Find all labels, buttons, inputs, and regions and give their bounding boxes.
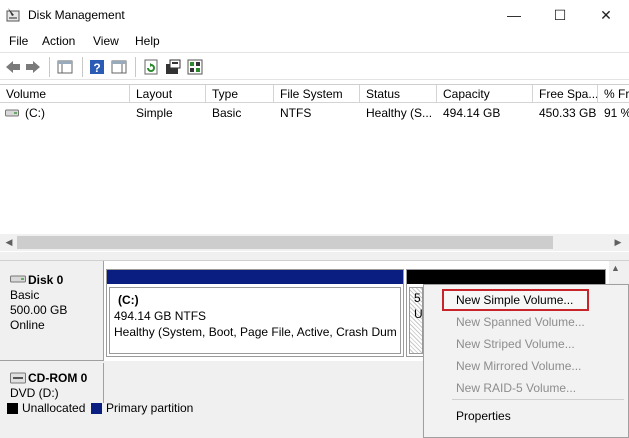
menu-item-new-raid5-volume[interactable]: New RAID-5 Volume...: [456, 381, 576, 395]
back-icon[interactable]: [4, 58, 22, 76]
scroll-right-arrow-icon[interactable]: ▶: [611, 236, 625, 249]
disk-management-app-icon: [6, 8, 20, 22]
cdrom-icon: [10, 372, 26, 384]
pane-splitter[interactable]: [0, 252, 629, 260]
disk-0-kind: Basic: [10, 288, 40, 302]
menu-view[interactable]: View: [93, 34, 119, 48]
disk-0-state: Online: [10, 318, 45, 332]
partition-c[interactable]: (C:) 494.14 GB NTFS Healthy (System, Boo…: [106, 269, 404, 357]
window-title: Disk Management: [28, 8, 125, 22]
primary-partition-bar: [107, 270, 403, 284]
settings-icon[interactable]: [186, 58, 204, 76]
close-button[interactable]: ✕: [583, 0, 629, 30]
unallocated-label-fragment: U: [414, 307, 423, 321]
title-bar: Disk Management — ☐ ✕: [0, 0, 629, 30]
cell-type: Basic: [212, 106, 242, 120]
unallocated-bar: [407, 270, 605, 284]
menu-item-new-simple-volume[interactable]: New Simple Volume...: [456, 293, 573, 307]
horizontal-scroll-thumb[interactable]: [17, 236, 553, 249]
menu-item-new-spanned-volume[interactable]: New Spanned Volume...: [456, 315, 585, 329]
menu-bar: File Action View Help: [0, 30, 629, 52]
partition-c-size: 494.14 GB NTFS: [114, 309, 207, 323]
refresh-icon[interactable]: [142, 58, 160, 76]
legend-primary-partition: Primary partition: [106, 401, 194, 415]
legend-unallocated: Unallocated: [22, 401, 86, 415]
volume-list: Volume Layout Type File System Status Ca…: [0, 84, 629, 254]
console-tree-icon[interactable]: [56, 58, 74, 76]
unallocated-swatch: [7, 403, 18, 414]
drive-icon: [5, 109, 19, 117]
menu-item-new-striped-volume[interactable]: New Striped Volume...: [456, 337, 575, 351]
scroll-up-arrow-icon[interactable]: ▲: [611, 263, 620, 273]
cell-status: Healthy (S...: [366, 106, 433, 120]
unallocated-size-fragment: 5: [414, 291, 421, 305]
cdrom-0-label[interactable]: CD-ROM 0 DVD (D:): [0, 363, 104, 403]
menu-item-properties[interactable]: Properties: [456, 409, 511, 423]
menu-item-new-mirrored-volume[interactable]: New Mirrored Volume...: [456, 359, 581, 373]
menu-file[interactable]: File: [9, 34, 28, 48]
partition-c-title: (C:): [118, 293, 139, 307]
column-header-type[interactable]: Type: [206, 85, 274, 103]
disk-0-size: 500.00 GB: [10, 303, 68, 317]
menu-action[interactable]: Action: [42, 34, 75, 48]
forward-icon[interactable]: [24, 58, 42, 76]
legend: Unallocated Primary partition: [0, 399, 420, 417]
partition-c-status: Healthy (System, Boot, Page File, Active…: [114, 325, 396, 339]
maximize-button[interactable]: ☐: [537, 0, 583, 30]
scroll-left-arrow-icon[interactable]: ◀: [2, 236, 16, 249]
toolbar: ?: [0, 52, 629, 80]
cell-free-space: 450.33 GB: [539, 106, 597, 120]
column-header-capacity[interactable]: Capacity: [437, 85, 533, 103]
cell-volume: (C:): [25, 106, 45, 120]
primary-partition-swatch: [91, 403, 102, 414]
cell-percent-free: 91 %: [604, 106, 629, 120]
column-header-percent-free[interactable]: % Fr: [598, 85, 629, 103]
cell-layout: Simple: [136, 106, 173, 120]
column-header-volume[interactable]: Volume: [0, 85, 130, 103]
minimize-button[interactable]: —: [491, 0, 537, 30]
disk-icon: [10, 275, 26, 283]
column-header-free-space[interactable]: Free Spa...: [533, 85, 598, 103]
cell-capacity: 494.14 GB: [443, 106, 501, 120]
column-header-file-system[interactable]: File System: [274, 85, 360, 103]
menu-help[interactable]: Help: [135, 34, 160, 48]
horizontal-scrollbar[interactable]: ◀ ▶: [0, 234, 629, 251]
column-header-status[interactable]: Status: [360, 85, 437, 103]
properties-pane-icon[interactable]: [110, 58, 128, 76]
context-menu: New Simple Volume... New Spanned Volume.…: [423, 284, 629, 438]
rescan-icon[interactable]: [164, 58, 182, 76]
svg-text:?: ?: [93, 61, 100, 75]
help-icon[interactable]: ?: [88, 58, 106, 76]
cdrom-0-name: CD-ROM 0: [28, 371, 88, 385]
disk-0-label[interactable]: Disk 0 Basic 500.00 GB Online: [0, 261, 104, 361]
column-header-layout[interactable]: Layout: [130, 85, 206, 103]
context-menu-separator: [452, 399, 624, 400]
cell-file-system: NTFS: [280, 106, 312, 120]
disk-0-name: Disk 0: [28, 273, 64, 287]
